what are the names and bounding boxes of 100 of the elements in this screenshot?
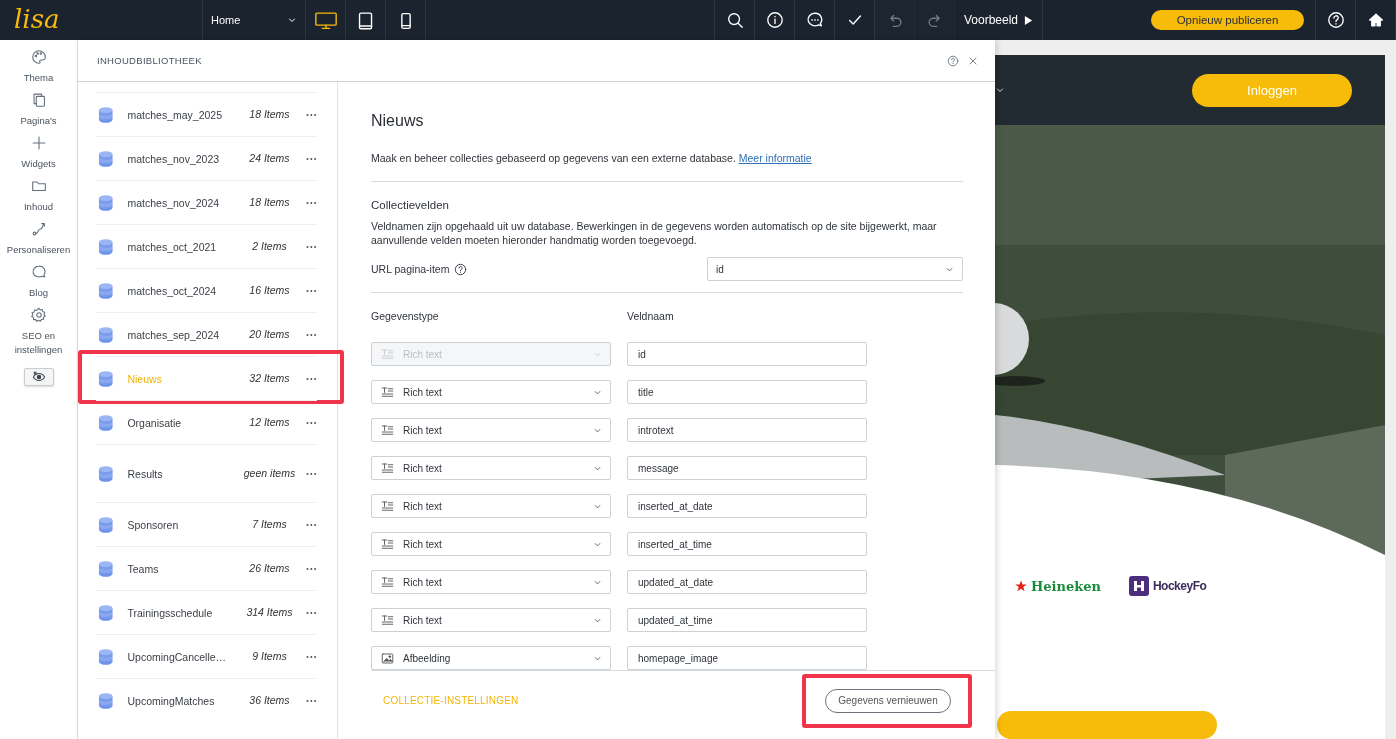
collection-name: matches_may_2025 — [127, 108, 223, 121]
chevron-down-icon — [287, 15, 297, 25]
collection-item[interactable]: Teams 26 Items — [96, 546, 317, 590]
chat-icon — [805, 11, 824, 29]
collection-item[interactable]: UpcomingMatches 36 Items — [96, 678, 317, 722]
collection-item[interactable]: Trainingsschedule 314 Items — [96, 590, 317, 634]
more-icon[interactable] — [306, 566, 317, 571]
collection-item[interactable]: Results geen items — [96, 444, 317, 502]
item-count: 26 Items — [248, 561, 291, 576]
collection-item[interactable]: matches_nov_2023 24 Items — [96, 136, 317, 180]
sidebar-item[interactable]: Thema — [0, 48, 77, 85]
more-icon[interactable] — [306, 332, 317, 337]
item-count: 36 Items — [248, 693, 291, 708]
chevron-down-icon — [995, 85, 1005, 95]
collection-item[interactable]: matches_may_2025 18 Items — [96, 92, 317, 136]
field-name-input[interactable]: title — [627, 380, 867, 404]
collection-item[interactable]: matches_nov_2024 18 Items — [96, 180, 317, 224]
database-icon — [98, 559, 114, 578]
collection-name: matches_oct_2024 — [127, 284, 218, 297]
collection-title: Nieuws — [371, 112, 425, 130]
sponsor-logo: HockeyFo — [1152, 579, 1207, 593]
more-icon[interactable] — [306, 610, 317, 615]
field-name-input[interactable]: homepage_image — [627, 646, 867, 670]
field-name-input[interactable]: updated_at_date — [627, 570, 867, 594]
database-icon — [98, 647, 114, 666]
sidebar-item[interactable]: Inhoud — [0, 177, 77, 214]
more-icon[interactable] — [306, 376, 317, 381]
database-icon — [98, 281, 114, 300]
collection-item[interactable]: Sponsoren 7 Items — [96, 502, 317, 546]
collection-item[interactable]: UpcomingCancelle… 9 Items — [96, 634, 317, 678]
database-icon — [98, 237, 114, 256]
type-dropdown[interactable]: Rich text — [371, 494, 611, 518]
rich-text-icon — [380, 574, 395, 590]
type-dropdown[interactable]: Rich text — [371, 608, 611, 632]
collection-name: matches_nov_2023 — [127, 152, 221, 165]
sidebar-item[interactable]: Blog — [0, 263, 77, 300]
collection-item[interactable]: Nieuws 32 Items — [96, 356, 317, 400]
collection-name: Nieuws — [127, 372, 163, 385]
help-icon — [454, 262, 468, 276]
more-info-link[interactable]: Meer informatie — [738, 152, 812, 164]
section-text: Veldnamen zijn opgehaald uit uw database. Bewerkingen in de gegevens worden automatisch op de site bijgewerkt, maar aanvullende velden moeten hieronder handmatig worden toegevoegd. — [371, 219, 938, 247]
item-count: 24 Items — [248, 151, 291, 166]
type-dropdown[interactable]: Rich text — [371, 532, 611, 556]
more-icon[interactable] — [306, 654, 317, 659]
logo[interactable]: lisa — [0, 0, 202, 40]
sidebar-item[interactable]: Personaliseren — [0, 220, 77, 257]
settings-icon — [29, 306, 48, 324]
rich-text-icon — [380, 384, 395, 400]
collection-item[interactable]: matches_oct_2024 16 Items — [96, 268, 317, 312]
play-icon — [1024, 14, 1033, 26]
database-icon — [98, 413, 114, 432]
more-icon[interactable] — [306, 288, 317, 293]
more-icon[interactable] — [306, 200, 317, 205]
more-icon[interactable] — [306, 156, 317, 161]
item-count: 18 Items — [248, 107, 291, 122]
database-icon — [98, 325, 114, 344]
refresh-button[interactable]: Gegevens vernieuwen — [825, 688, 951, 713]
visibility-toggle[interactable] — [23, 368, 54, 386]
more-icon[interactable] — [306, 420, 317, 425]
section-title: Collectievelden — [371, 199, 450, 211]
collection-item[interactable]: matches_sep_2024 20 Items — [96, 312, 317, 356]
database-icon — [98, 369, 114, 388]
collection-item[interactable]: matches_oct_2021 2 Items — [96, 224, 317, 268]
search-icon — [725, 11, 744, 29]
collection-name: UpcomingCancelle… — [127, 650, 228, 663]
type-dropdown[interactable]: Rich text — [371, 380, 611, 404]
collection-name: matches_oct_2021 — [127, 240, 218, 253]
field-name-input[interactable]: message — [627, 456, 867, 480]
panel-title: INHOUDBIBLIOTHEEK — [97, 55, 202, 66]
field-name-input[interactable]: inserted_at_date — [627, 494, 867, 518]
hidden-eye-icon — [30, 370, 47, 384]
field-name-input[interactable]: updated_at_time — [627, 608, 867, 632]
more-icon[interactable] — [306, 522, 317, 527]
star-icon — [1015, 580, 1027, 592]
type-dropdown[interactable]: Rich text — [371, 418, 611, 442]
sidebar-item[interactable]: Widgets — [0, 134, 77, 171]
more-icon[interactable] — [306, 244, 317, 249]
help-icon — [947, 54, 959, 67]
type-dropdown[interactable]: Rich text — [371, 456, 611, 480]
item-count: 9 Items — [251, 649, 288, 664]
field-name-input[interactable]: inserted_at_time — [627, 532, 867, 556]
sidebar-item[interactable]: Pagina's — [0, 91, 77, 128]
help-icon — [1326, 11, 1345, 29]
info-icon — [765, 11, 784, 29]
description-text: Maak en beheer collecties gebaseerd op gegevens van een externe database. Meer informatie — [371, 152, 813, 164]
field-name-input[interactable]: introtext — [627, 418, 867, 442]
sidebar-item[interactable]: SEO en instellingen — [0, 306, 77, 357]
speech-bubble-icon — [29, 263, 48, 281]
more-icon[interactable] — [306, 112, 317, 117]
item-count: 20 Items — [248, 327, 291, 342]
rich-text-icon — [380, 422, 395, 438]
type-dropdown[interactable]: Afbeelding — [371, 646, 611, 670]
database-icon — [98, 515, 114, 534]
collection-item[interactable]: Organisatie 12 Items — [96, 400, 317, 444]
url-dropdown[interactable]: id — [707, 257, 963, 281]
type-dropdown[interactable]: Rich text — [371, 570, 611, 594]
publish-button[interactable]: Opnieuw publiceren — [1151, 10, 1304, 30]
more-icon[interactable] — [306, 471, 317, 476]
more-icon[interactable] — [306, 698, 317, 703]
collection-name: Trainingsschedule — [127, 606, 214, 619]
